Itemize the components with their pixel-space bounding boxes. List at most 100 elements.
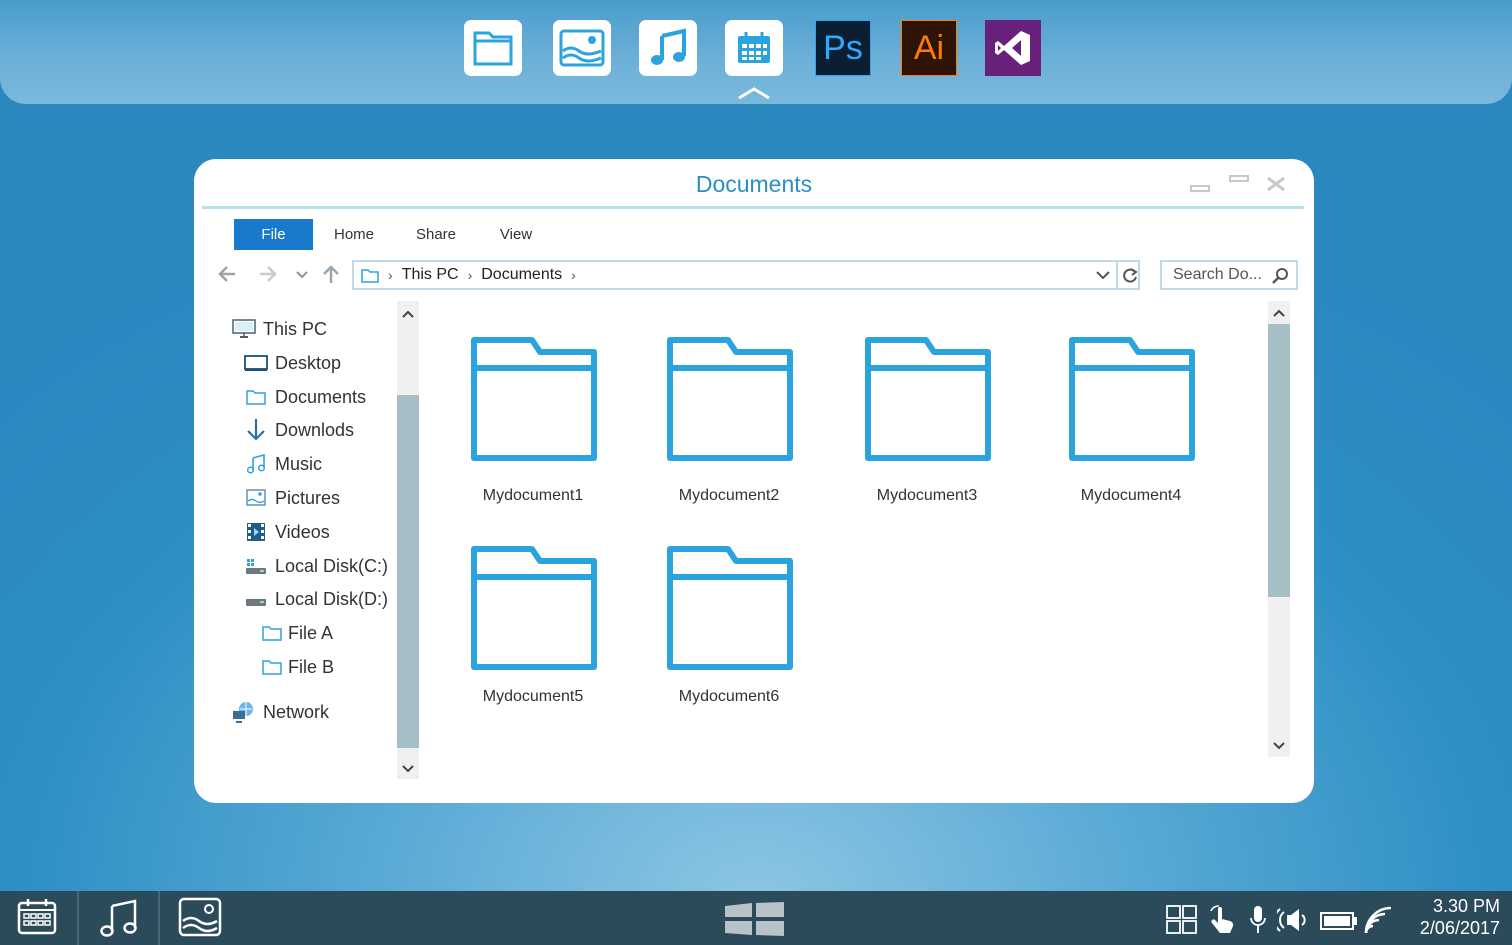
scrollbar-thumb[interactable] <box>397 395 419 748</box>
clock[interactable]: 3.30 PM 2/06/2017 <box>1420 895 1500 939</box>
search-icon[interactable] <box>1272 268 1288 284</box>
minimize-icon[interactable] <box>1190 185 1210 193</box>
folder-icon <box>1069 337 1195 461</box>
music-icon[interactable] <box>639 20 697 76</box>
tree-item-local-disk-d[interactable]: Local Disk(D:) <box>244 586 388 612</box>
scroll-down-icon[interactable] <box>1268 737 1290 755</box>
recent-dropdown-icon[interactable] <box>296 271 308 279</box>
microphone-icon[interactable] <box>1250 905 1266 935</box>
up-arrow-icon[interactable] <box>321 263 341 285</box>
address-bar[interactable]: › This PC › Documents › <box>352 260 1140 290</box>
folder-item[interactable]: Mydocument4 <box>1051 336 1211 516</box>
folder-icon <box>471 546 597 670</box>
explorer-window: Documents File Home Share View › This PC… <box>194 159 1314 803</box>
taskbar-separator <box>77 891 79 945</box>
tree-label: Local Disk(D:) <box>275 588 389 609</box>
tree-item-pictures[interactable]: Pictures <box>244 485 340 511</box>
folder-label: Mydocument3 <box>876 487 978 504</box>
calendar-icon[interactable] <box>17 898 57 936</box>
tree-item-downloads[interactable]: Downlods <box>244 417 354 443</box>
back-arrow-icon[interactable] <box>217 263 237 285</box>
search-placeholder: Search Do... <box>1173 266 1262 283</box>
videos-icon <box>244 521 268 543</box>
folder-item[interactable]: Mydocument3 <box>847 336 1007 516</box>
window-title: Documents <box>695 171 813 197</box>
refresh-icon[interactable] <box>1121 267 1139 285</box>
tree-label: Desktop <box>275 352 342 373</box>
scroll-down-icon[interactable] <box>397 760 419 778</box>
content-scrollbar[interactable] <box>1268 301 1290 757</box>
breadcrumb-chevron-icon: › <box>467 267 473 283</box>
nav-pane-scrollbar[interactable] <box>397 301 419 779</box>
folder-icon <box>361 268 379 283</box>
tab-share[interactable]: Share <box>406 219 466 250</box>
tree-item-music[interactable]: Music <box>244 451 322 477</box>
folder-item[interactable]: Mydocument2 <box>649 336 809 516</box>
photos-icon[interactable] <box>178 897 222 937</box>
speaker-icon[interactable] <box>1277 906 1309 934</box>
tree-label: Network <box>263 701 330 722</box>
folder-label: Mydocument6 <box>678 688 780 705</box>
scrollbar-thumb[interactable] <box>1268 324 1290 597</box>
folder-label: Mydocument4 <box>1080 487 1182 504</box>
tree-label: File B <box>288 656 335 677</box>
folder-label: Mydocument2 <box>678 487 780 504</box>
tree-label: Downlods <box>275 419 355 440</box>
battery-icon[interactable] <box>1320 911 1358 931</box>
folder-icon <box>260 622 284 644</box>
maximize-icon[interactable] <box>1229 175 1249 183</box>
tree-label: This PC <box>263 318 328 339</box>
music-icon[interactable] <box>99 898 139 938</box>
illustrator-label: Ai <box>913 28 945 67</box>
folder-label: Mydocument5 <box>482 688 584 705</box>
tree-label: Local Disk(C:) <box>275 555 389 576</box>
close-icon[interactable] <box>1266 176 1286 192</box>
taskbar-separator <box>158 891 160 945</box>
tree-label: Documents <box>275 386 367 407</box>
tree-item-file-b[interactable]: File B <box>260 654 334 680</box>
folder-icon <box>260 656 284 678</box>
breadcrumb-chevron-icon: › <box>571 267 576 283</box>
pictures-icon <box>244 487 268 509</box>
start-menu-icon[interactable] <box>722 902 786 936</box>
forward-arrow-icon[interactable] <box>258 263 278 285</box>
photos-icon[interactable] <box>553 20 611 76</box>
tree-item-documents[interactable]: Documents <box>244 384 366 410</box>
folder-icon <box>667 546 793 670</box>
computer-icon <box>232 318 256 340</box>
scroll-up-icon[interactable] <box>397 305 419 323</box>
illustrator-icon[interactable]: Ai <box>901 20 957 76</box>
tab-file[interactable]: File <box>234 219 313 250</box>
title-divider <box>202 206 1304 209</box>
folder-item[interactable]: Mydocument5 <box>453 545 613 725</box>
tree-item-file-a[interactable]: File A <box>260 620 333 646</box>
tab-home[interactable]: Home <box>322 219 386 250</box>
tree-item-network[interactable]: Network <box>232 699 329 725</box>
folder-icon <box>244 386 268 408</box>
breadcrumb-documents[interactable]: Documents <box>481 266 562 284</box>
folder-item[interactable]: Mydocument6 <box>649 545 809 725</box>
network-icon <box>232 701 256 723</box>
address-dropdown-icon[interactable] <box>1096 271 1110 280</box>
tree-item-local-disk-c[interactable]: Local Disk(C:) <box>244 553 388 579</box>
folder-item[interactable]: Mydocument1 <box>453 336 613 516</box>
file-explorer-icon[interactable] <box>464 20 522 76</box>
tree-label: Videos <box>275 521 330 542</box>
dock-caret-icon[interactable] <box>737 86 771 100</box>
tree-item-desktop[interactable]: Desktop <box>244 350 341 376</box>
breadcrumb-chevron-icon: › <box>388 267 393 283</box>
clock-time: 3.30 PM <box>1432 896 1500 916</box>
task-view-icon[interactable] <box>1166 905 1197 935</box>
touch-gesture-icon[interactable] <box>1208 905 1242 935</box>
photoshop-icon[interactable]: Ps <box>815 20 871 76</box>
visual-studio-icon[interactable] <box>985 20 1041 76</box>
app-dock: Ps Ai <box>0 0 1512 104</box>
breadcrumb-this-pc[interactable]: This PC <box>402 266 459 284</box>
scroll-up-icon[interactable] <box>1268 304 1290 322</box>
calendar-icon[interactable] <box>725 20 783 76</box>
search-input[interactable]: Search Do... <box>1160 260 1298 290</box>
tree-item-this-pc[interactable]: This PC <box>232 316 327 342</box>
tree-item-videos[interactable]: Videos <box>244 519 330 545</box>
wifi-icon[interactable] <box>1363 905 1393 935</box>
tab-view[interactable]: View <box>488 219 544 250</box>
